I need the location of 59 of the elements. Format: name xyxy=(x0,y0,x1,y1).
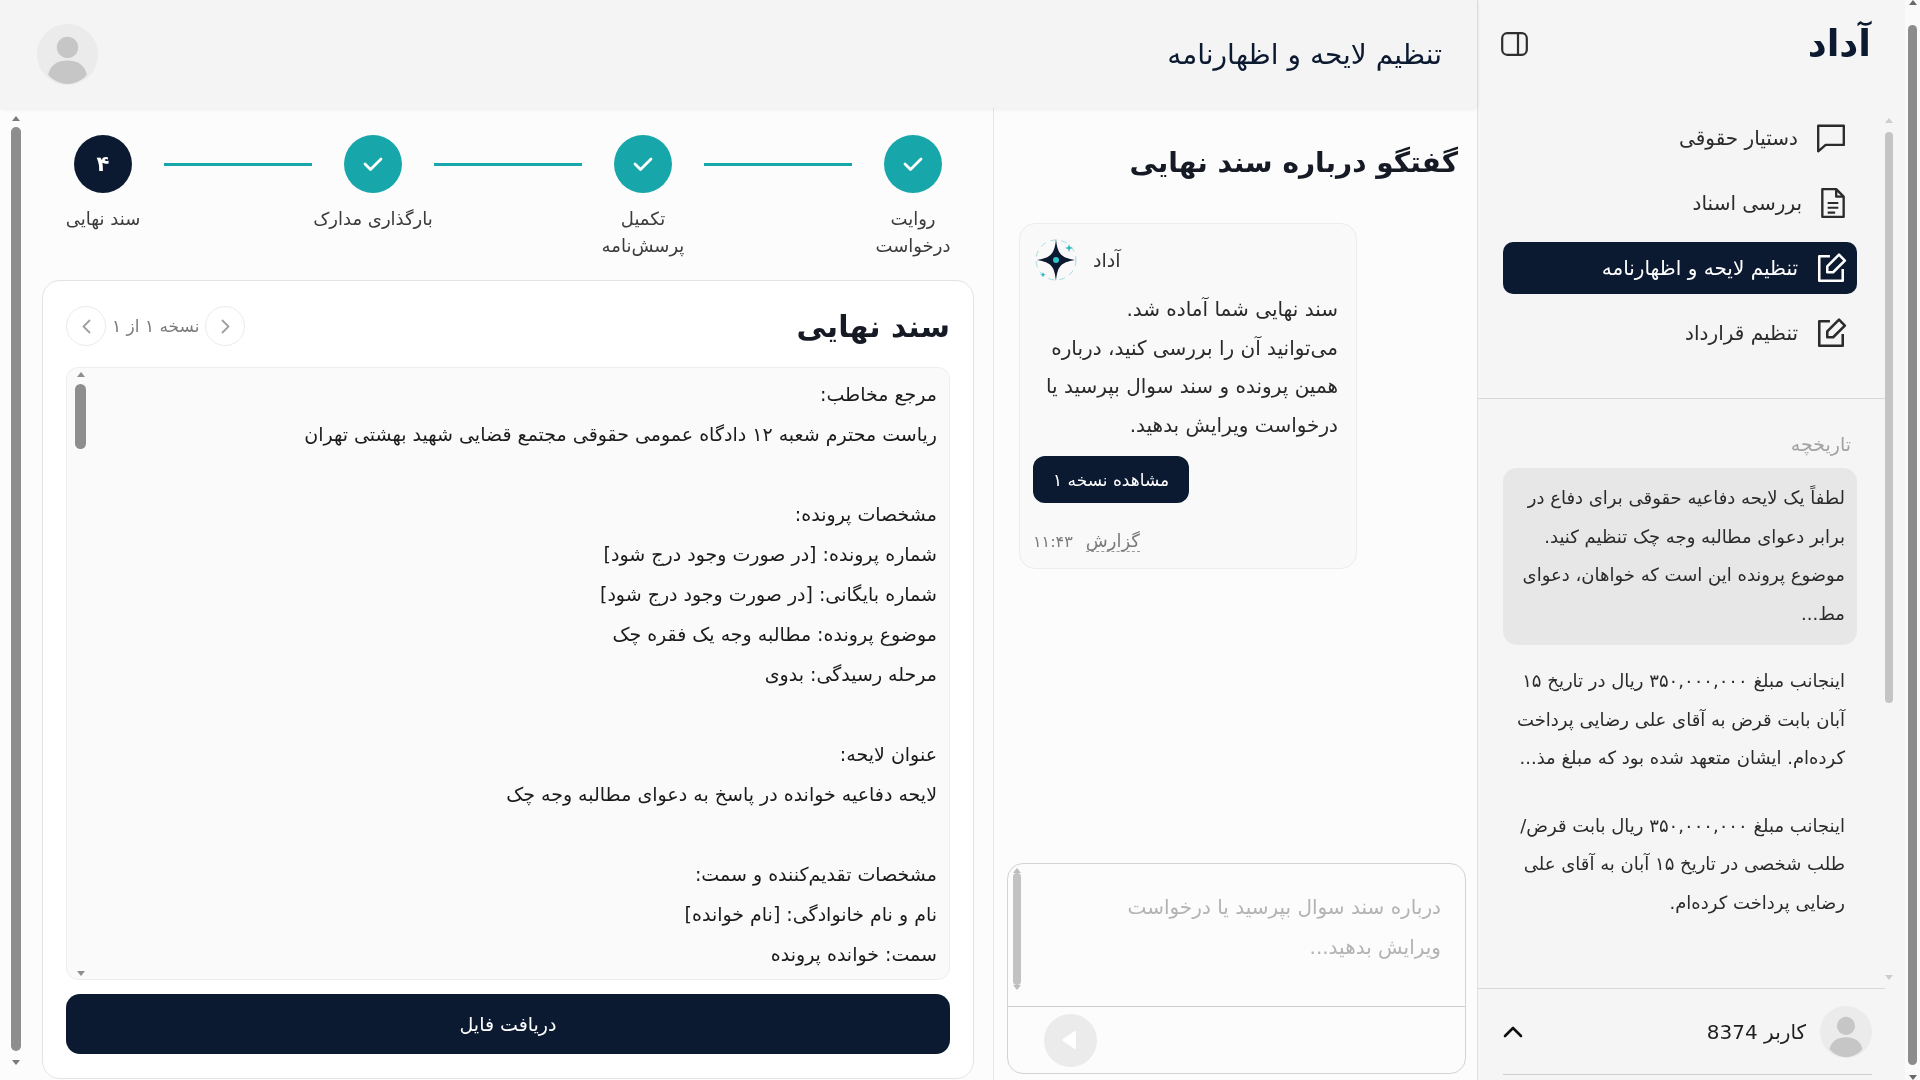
edit-icon xyxy=(1815,252,1847,284)
document-line: مشخصات پرونده: xyxy=(794,502,937,528)
document-line: مرحله رسیدگی: بدوی xyxy=(764,662,937,688)
version-label: نسخه ۱ از ۱ xyxy=(112,316,200,336)
view-version-button[interactable]: مشاهده نسخه ۱ xyxy=(1033,456,1190,503)
document-line: ریاست محترم شعبه ۱۲ دادگاه عمومی حقوقی مجتمع قضایی شهید بهشتی تهران xyxy=(304,422,937,448)
page-title: تنظیم لایحه و اظهارنامه xyxy=(1167,37,1442,71)
document-line: لایحه دفاعیه خوانده در پاسخ به دعوای مطالبه وجه چک xyxy=(506,782,937,808)
section-heading: تاریخچه xyxy=(1790,433,1851,455)
next-version-button[interactable] xyxy=(66,306,106,346)
message-text: سند نهایی شما آماده شد. می‌توانید آن را بررسی کنید، درباره همین پرونده و سند سوال بپرسید یا درخواست ویرایش بدهید. xyxy=(1044,296,1338,439)
scrollbar[interactable] xyxy=(1012,868,1022,990)
check-icon xyxy=(363,156,383,172)
chevron-up-icon[interactable] xyxy=(1503,1025,1523,1038)
chat-title: گفتگو درباره سند نهایی xyxy=(1129,145,1458,181)
step-label: روایت درخواست xyxy=(875,207,951,259)
scrollbar[interactable] xyxy=(1905,0,1920,1080)
document-line: نام و نام خانوادگی: [نام خوانده] xyxy=(684,902,937,928)
nav-item[interactable]: دستیار حقوقی xyxy=(1503,112,1857,164)
avatar-icon xyxy=(37,23,98,85)
message-time: ۱۱:۴۳ xyxy=(1033,531,1073,551)
edit-icon xyxy=(1815,317,1847,349)
step-label: بارگذاری مدارک xyxy=(313,207,433,231)
document-line: شماره پرونده: [در صورت وجود درج شود] xyxy=(603,542,937,568)
document-line: مرجع مخاطب: xyxy=(820,382,937,408)
sidebar-toggle-icon[interactable] xyxy=(1501,32,1528,56)
nav-item[interactable]: تنظیم قرارداد xyxy=(1503,307,1857,359)
chat-bubble-icon xyxy=(1815,122,1847,154)
app-logo: آداد xyxy=(1807,22,1871,66)
sender-name: آداد xyxy=(1093,249,1121,271)
nav-item[interactable]: تنظیم لایحه و اظهارنامه xyxy=(1503,242,1857,294)
scrollbar[interactable] xyxy=(74,372,87,976)
chevron-left-icon xyxy=(81,318,91,334)
user-name: کاربر 8374 xyxy=(1705,1019,1806,1044)
check-icon xyxy=(903,156,923,172)
download-button[interactable]: دریافت فایل xyxy=(66,994,950,1054)
message-composer[interactable]: درباره سند سوال بپرسید یا درخواست ویرایش بدهید... xyxy=(1007,863,1466,1074)
report-link[interactable]: گزارش xyxy=(1085,530,1140,552)
document-line: عنوان لایحه: xyxy=(839,742,937,768)
message-input[interactable]: درباره سند سوال بپرسید یا درخواست ویرایش بدهید... xyxy=(1022,864,1465,1006)
scrollbar[interactable] xyxy=(1885,118,1893,980)
chevron-right-icon xyxy=(220,318,230,334)
history-item[interactable]: لطفاً یک لایحه دفاعیه حقوقی برای دفاع در برابر دعوای مطالبه وجه چک تنظیم کنید. موضوع پرونده این است که خواهان، دعوای مط... xyxy=(1503,468,1857,645)
document-line: موضوع پرونده: مطالبه وجه یک فقره چک xyxy=(612,622,937,648)
previous-version-button[interactable] xyxy=(205,306,246,346)
document-title: سند نهایی xyxy=(796,308,950,344)
nav-item[interactable]: بررسی اسناد xyxy=(1503,177,1857,229)
history-item[interactable]: اینجانب مبلغ ۳۵۰,۰۰۰,۰۰۰ ریال بابت قرض/طلب شخصی در تاریخ ۱۵ آبان به آقای علی رضایی پرداخت کرده‌ام. xyxy=(1503,795,1857,934)
document-line: مشخصات تقدیم‌کننده و سمت: xyxy=(694,862,937,888)
check-icon xyxy=(633,156,653,172)
step-label: تکمیل پرسش‌نامه xyxy=(601,207,685,259)
document-icon xyxy=(1819,187,1847,219)
scrollbar[interactable] xyxy=(10,116,22,1065)
step-circle: ۴ xyxy=(74,135,132,193)
document-line: شماره بایگانی: [در صورت وجود درج شود] xyxy=(600,582,937,608)
history-item[interactable]: اینجانب مبلغ ۳۵۰,۰۰۰,۰۰۰ ریال در تاریخ ۱۵ آبان بابت قرض به آقای علی رضایی پرداخت کرده‌ام. ایشان متعهد شده بود که مبلغ مذ... xyxy=(1503,651,1857,790)
document-line: سمت: خوانده پرونده xyxy=(770,942,937,968)
avatar-icon xyxy=(1820,1005,1872,1058)
step-label: سند نهایی xyxy=(65,207,141,232)
